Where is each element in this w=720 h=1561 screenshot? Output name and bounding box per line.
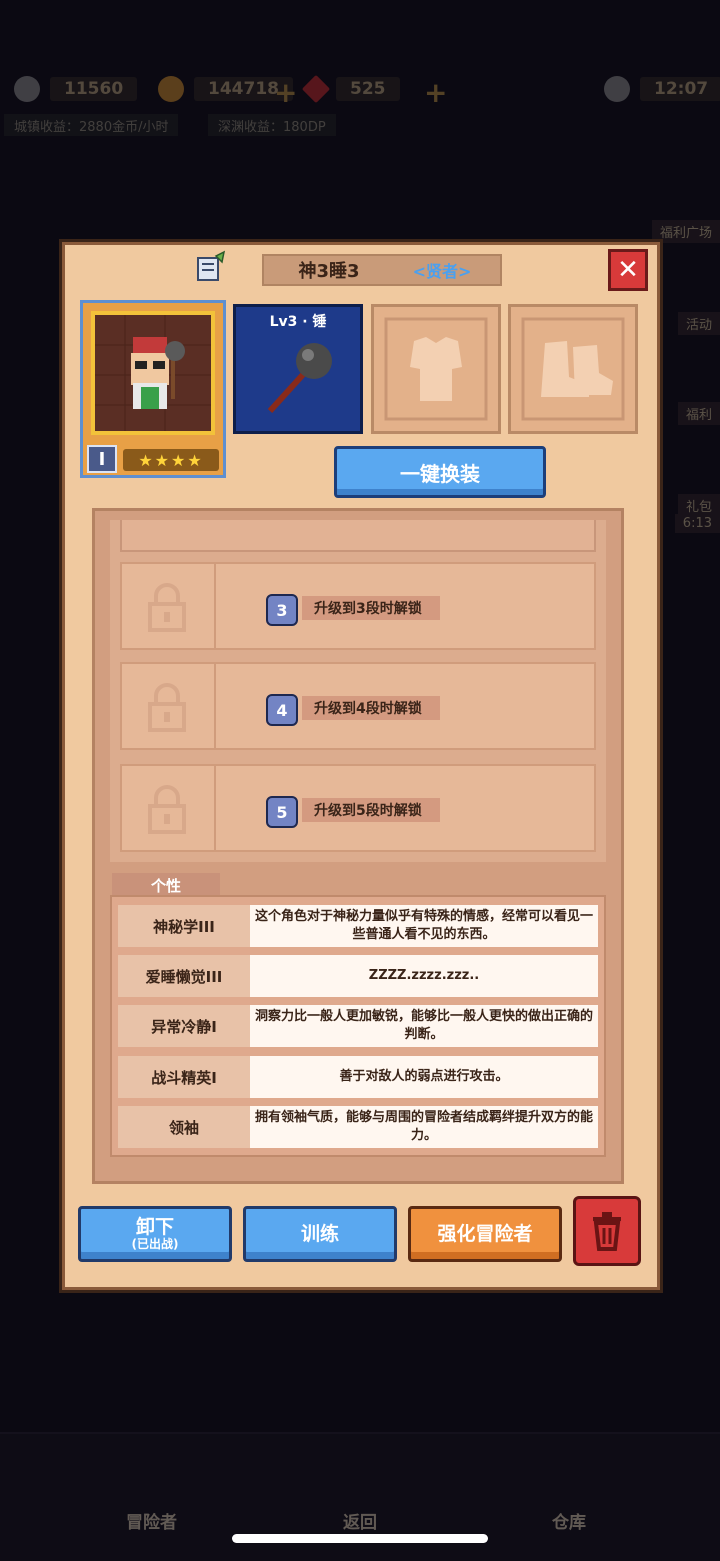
trait-description: 善于对敌人的弱点进行攻击。 <box>250 1056 598 1098</box>
hero-sprite-icon <box>95 315 211 431</box>
unlock-hint: 升级到3段时解锁 <box>302 596 440 620</box>
energy-icon <box>14 76 40 102</box>
trait-name: 神秘学III <box>118 905 250 947</box>
trait-description: 这个角色对于神秘力量似乎有特殊的情感，经常可以看见一些普通人看不见的东西。 <box>250 905 598 947</box>
lock-frame <box>122 564 216 648</box>
nav-adventurers[interactable]: 冒险者 <box>126 1508 177 1533</box>
side-timer: 6:13 <box>674 514 720 533</box>
trait-description: 洞察力比一般人更加敏锐，能够比一般人更快的做出正确的判断。 <box>250 1005 598 1047</box>
lock-frame <box>122 766 216 850</box>
nav-back[interactable]: 返回 <box>343 1508 377 1533</box>
traits-tab: 个性 <box>112 873 220 897</box>
skill-slot-locked: 4 升级到4段时解锁 <box>120 662 596 750</box>
side-welfare[interactable]: 福利 <box>677 402 720 425</box>
unequip-sublabel: (已出战) <box>131 1237 179 1251</box>
clock: 12:07 <box>604 74 720 104</box>
hammer-icon <box>267 343 332 414</box>
trait-description: ZZZZ.zzzz.zzz.. <box>250 955 598 997</box>
lock-icon <box>148 583 186 632</box>
weapon-label: Lv3 · 锤 <box>269 314 327 330</box>
trait-name: 爱睡懒觉III <box>118 955 250 997</box>
title-plate: 神3睡3 <贤者> <box>262 254 502 286</box>
boots-placeholder-icon <box>521 317 625 421</box>
home-indicator[interactable] <box>232 1534 488 1543</box>
gold-coin-icon <box>158 76 184 102</box>
add-gold-icon[interactable]: + <box>274 76 297 109</box>
star-rating: ★★★★ <box>123 449 219 471</box>
close-button[interactable]: ✕ <box>608 249 648 291</box>
skill-slot-locked: 5 升级到5段时解锁 <box>120 764 596 852</box>
hero-avatar <box>91 311 215 435</box>
armor-placeholder-icon <box>384 317 488 421</box>
lock-frame <box>122 664 216 748</box>
side-event[interactable]: 活动 <box>677 312 720 335</box>
rank-badge: I <box>87 445 117 473</box>
hero-portrait[interactable]: I ★★★★ <box>80 300 226 478</box>
unlock-hint: 升级到4段时解锁 <box>302 696 440 720</box>
hero-name: 神3睡3 <box>298 261 360 282</box>
trait-row: 战斗精英I 善于对敌人的弱点进行攻击。 <box>118 1056 598 1098</box>
abyss-income: 深渊收益：180DP <box>208 114 336 136</box>
stage-badge: 5 <box>266 796 298 828</box>
skill-slot-locked: 3 升级到3段时解锁 <box>120 562 596 650</box>
hero-class: <贤者> <box>412 262 472 281</box>
stage-badge: 4 <box>266 694 298 726</box>
one-key-equip-button[interactable]: 一键换装 <box>334 446 546 498</box>
trait-row: 领袖 拥有领袖气质，能够与周围的冒险者结成羁绊提升双方的能力。 <box>118 1106 598 1148</box>
lock-icon <box>148 785 186 834</box>
nav-warehouse[interactable]: 仓库 <box>552 1508 586 1533</box>
trash-icon <box>593 1212 621 1251</box>
train-button[interactable]: 训练 <box>243 1206 397 1262</box>
gem-icon <box>301 74 331 104</box>
trait-row: 爱睡懒觉III ZZZZ.zzzz.zzz.. <box>118 955 598 997</box>
trait-name: 异常冷静I <box>118 1005 250 1047</box>
skill-row-partial <box>120 520 596 552</box>
boots-slot[interactable] <box>508 304 638 434</box>
clock-icon <box>604 76 630 102</box>
resource-energy: 11560 <box>14 74 138 104</box>
trait-name: 战斗精英I <box>118 1056 250 1098</box>
train-label: 训练 <box>300 1223 339 1245</box>
armor-slot[interactable] <box>371 304 501 434</box>
resource-gem: 525 <box>301 74 400 104</box>
dismiss-hero-button[interactable] <box>573 1196 641 1266</box>
enhance-label: 强化冒险者 <box>437 1223 533 1245</box>
x-icon: ✕ <box>617 255 639 285</box>
town-income: 城镇收益：2880金币/小时 <box>4 114 179 136</box>
trait-row: 神秘学III 这个角色对于神秘力量似乎有特殊的情感，经常可以看见一些普通人看不见… <box>118 905 598 947</box>
resource-gold: 144718 <box>158 74 293 104</box>
scroll-icon <box>197 250 226 281</box>
stage-badge: 3 <box>266 594 298 626</box>
enhance-adventurer-button[interactable]: 强化冒险者 <box>408 1206 562 1262</box>
unequip-button[interactable]: 卸下 (已出战) <box>78 1206 232 1262</box>
side-welfare-plaza[interactable]: 福利广场 <box>651 220 720 243</box>
unlock-hint: 升级到5段时解锁 <box>302 798 440 822</box>
trait-name: 领袖 <box>118 1106 250 1148</box>
resource-gem-value: 525 <box>336 77 400 101</box>
unequip-label: 卸下 <box>135 1216 174 1238</box>
trait-row: 异常冷静I 洞察力比一般人更加敏锐，能够比一般人更快的做出正确的判断。 <box>118 1005 598 1047</box>
add-gem-icon[interactable]: + <box>424 76 447 109</box>
weapon-slot[interactable]: Lv3 · 锤 <box>233 304 363 434</box>
clock-value: 12:07 <box>640 77 720 101</box>
resource-energy-value: 11560 <box>50 77 138 101</box>
lock-icon <box>148 683 186 732</box>
trait-description: 拥有领袖气质，能够与周围的冒险者结成羁绊提升双方的能力。 <box>250 1106 598 1148</box>
